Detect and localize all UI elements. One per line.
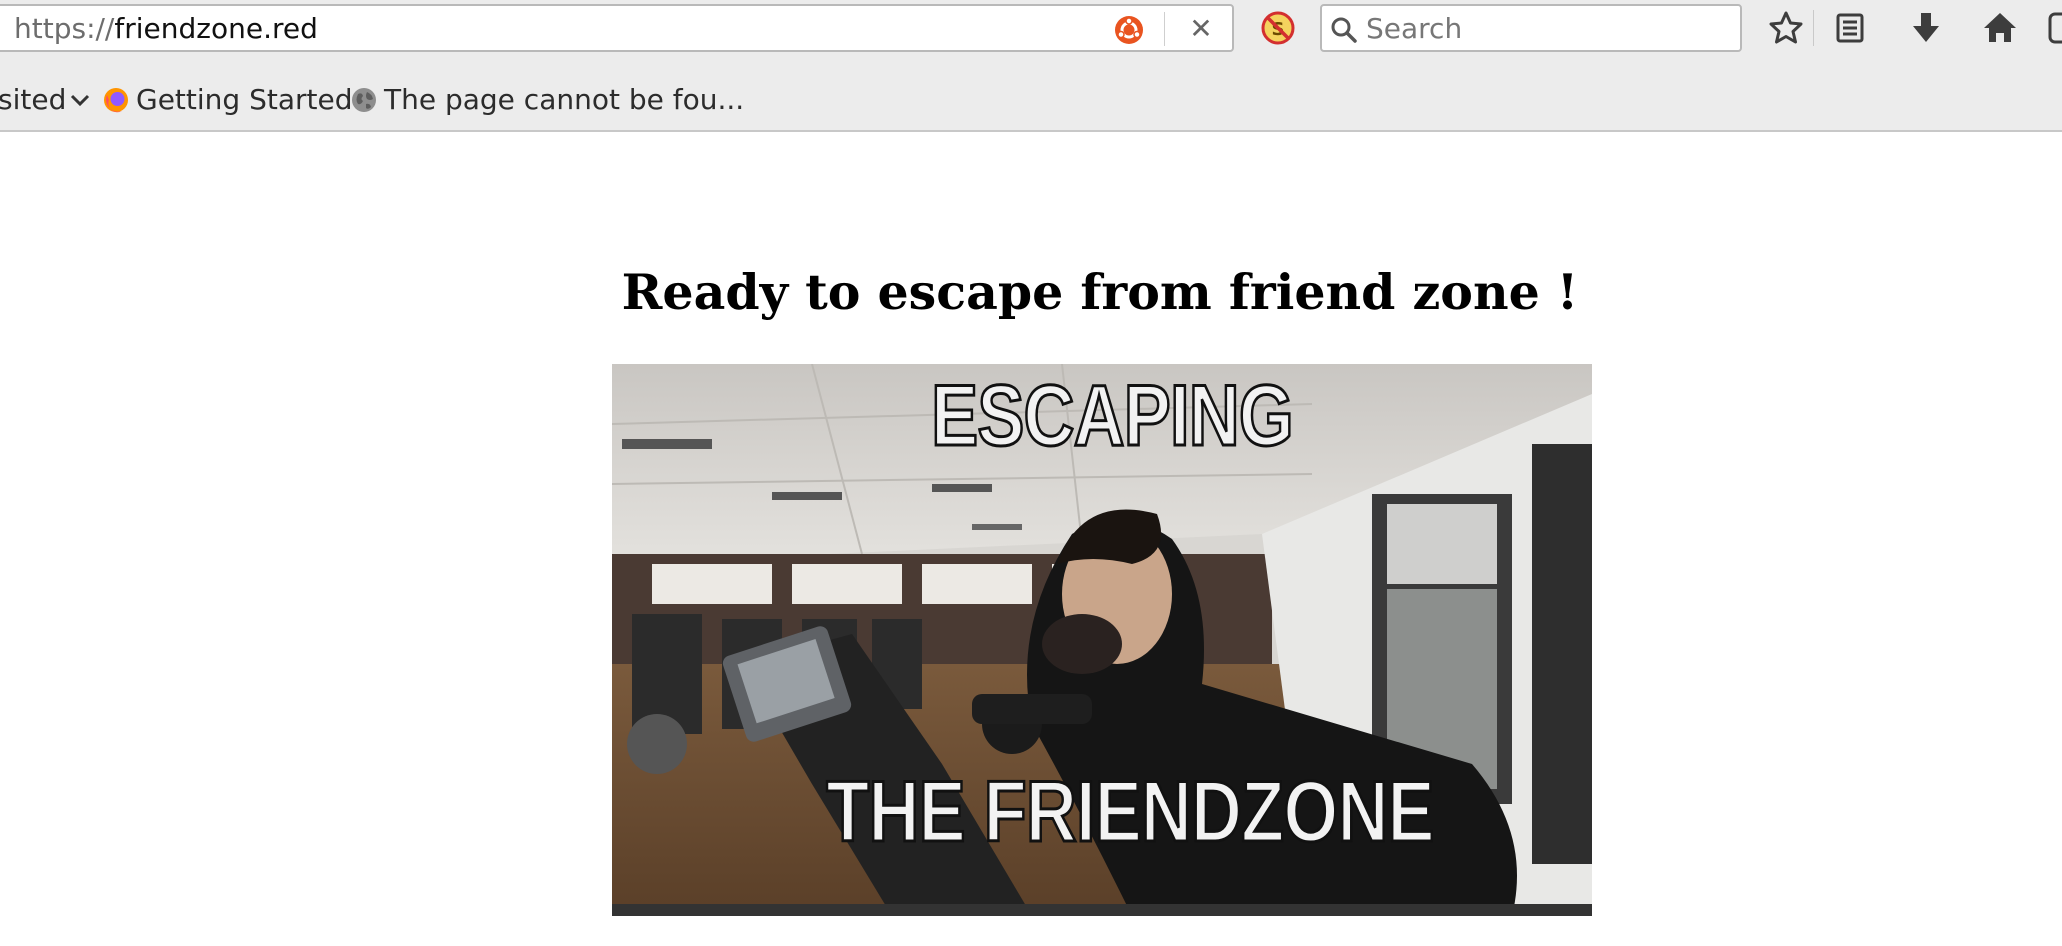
bookmark-star-icon[interactable] — [1766, 8, 1806, 48]
url-bar[interactable]: https://friendzone.red ✕ — [0, 4, 1234, 52]
search-bar[interactable] — [1320, 4, 1742, 52]
url-text[interactable]: https://friendzone.red — [14, 13, 318, 45]
download-icon[interactable] — [1906, 8, 1946, 48]
reading-list-icon[interactable] — [1830, 8, 1870, 48]
bookmark-page-not-found[interactable]: The page cannot be fou... — [350, 80, 744, 120]
bookmark-getting-started[interactable]: Getting Started — [102, 80, 352, 120]
url-divider — [1164, 12, 1165, 46]
noscript-icon[interactable]: S — [1260, 10, 1296, 46]
bookmark-getting-started-label: Getting Started — [136, 83, 353, 116]
firefox-icon — [104, 88, 128, 113]
clear-url-button[interactable]: ✕ — [1184, 12, 1218, 46]
globe-icon — [352, 88, 376, 112]
meme-top-caption: ESCAPING — [930, 367, 1295, 466]
meme-image: ESCAPING THE FRIENDZONE — [612, 364, 1592, 916]
chevron-down-icon — [71, 94, 90, 107]
bookmark-most-visited[interactable]: sited — [0, 80, 92, 120]
browser-toolbar: https://friendzone.red ✕ Search sited Ge… — [0, 0, 2062, 132]
search-input[interactable] — [1366, 10, 1726, 46]
url-scheme: https:// — [14, 12, 115, 45]
bookmark-most-visited-label: sited — [0, 83, 67, 116]
toolbar-separator — [1813, 10, 1814, 46]
url-host: friendzone.red — [114, 12, 318, 45]
search-icon — [1331, 17, 1357, 43]
overflow-icon[interactable] — [2044, 10, 2062, 46]
ubuntu-icon[interactable] — [1114, 15, 1144, 45]
meme-bottom-caption: THE FRIENDZONE — [825, 763, 1436, 862]
page-title: Ready to escape from friend zone ! — [621, 263, 1579, 321]
bookmark-page-not-found-label: The page cannot be fou... — [384, 83, 745, 116]
home-icon[interactable] — [1980, 8, 2020, 48]
